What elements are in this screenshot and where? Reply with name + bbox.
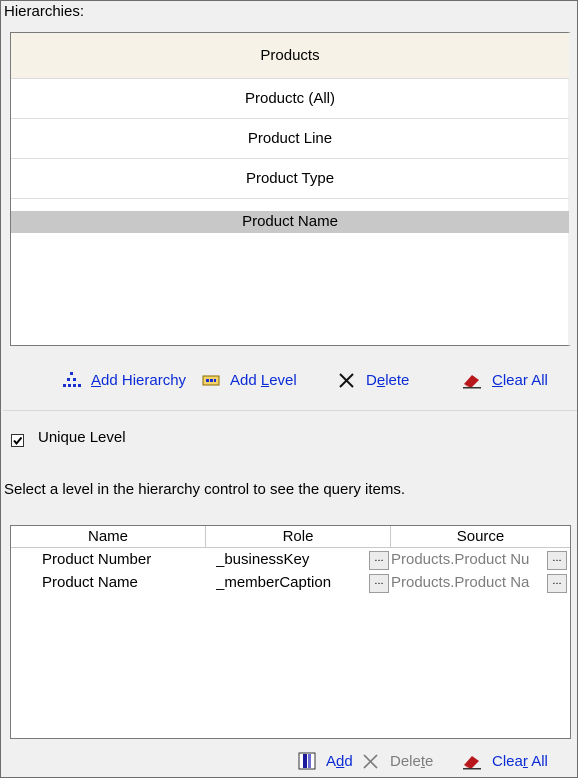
cell-role[interactable]: _memberCaption (216, 572, 366, 594)
add-label: Add (326, 752, 353, 770)
delete-label-disabled: Delete (390, 752, 434, 770)
query-items-grid[interactable]: Name Role Source Product Number _busines… (10, 525, 571, 739)
clear-all-label: Clear All (492, 752, 548, 770)
add-level-icon (202, 375, 220, 386)
add-level-label: Add Level (230, 371, 297, 389)
level-item-selected[interactable]: Product Name (11, 211, 569, 233)
add-column-icon (298, 752, 316, 770)
clear-all-label: Clear All (492, 371, 548, 389)
add-hierarchy-button[interactable]: Add Hierarchy (59, 368, 186, 392)
column-header-name[interactable]: Name (11, 526, 206, 548)
level-item[interactable]: Productc (All) (11, 79, 569, 119)
delete-query-item-button[interactable]: Delete (360, 749, 433, 773)
hierarchy-tree[interactable]: Products Productc (All) Product Line Pro… (10, 32, 571, 346)
clear-all-button[interactable]: Clear All (460, 368, 548, 392)
delete-x-icon (339, 373, 354, 388)
cell-role[interactable]: _businessKey (216, 549, 366, 571)
add-level-button[interactable]: Add Level (200, 368, 297, 392)
source-browse-button[interactable]: ... (547, 551, 567, 570)
column-header-source[interactable]: Source (391, 526, 570, 548)
delete-button[interactable]: Delete (336, 368, 409, 392)
eraser-icon (463, 375, 481, 389)
eraser-icon (463, 756, 481, 770)
cell-name[interactable]: Product Name (42, 572, 202, 594)
cell-source[interactable]: Products.Product Nu (391, 549, 546, 571)
delete-label: Delete (366, 371, 410, 389)
column-header-role[interactable]: Role (206, 526, 391, 548)
level-item[interactable]: Product Type (11, 159, 569, 199)
unique-level-label[interactable]: Unique Level (38, 429, 126, 446)
level-item[interactable]: Product Line (11, 119, 569, 159)
role-browse-button[interactable]: ... (369, 551, 389, 570)
cell-name[interactable]: Product Number (42, 549, 202, 571)
clear-all-query-items-button[interactable]: Clear All (460, 749, 548, 773)
cell-source[interactable]: Products.Product Na (391, 572, 546, 594)
add-hierarchy-icon (63, 372, 81, 387)
role-browse-button[interactable]: ... (369, 574, 389, 593)
check-icon (13, 436, 23, 446)
delete-x-icon-disabled (363, 754, 378, 769)
source-browse-button[interactable]: ... (547, 574, 567, 593)
add-hierarchy-label: Add Hierarchy (91, 371, 187, 389)
hint-text: Select a level in the hierarchy control … (4, 481, 406, 498)
unique-level-checkbox[interactable] (11, 434, 24, 447)
divider (3, 410, 577, 411)
hierarchy-header[interactable]: Products (11, 33, 569, 79)
hierarchies-label: Hierarchies: (4, 3, 85, 20)
add-query-item-button[interactable]: Add (296, 749, 353, 773)
